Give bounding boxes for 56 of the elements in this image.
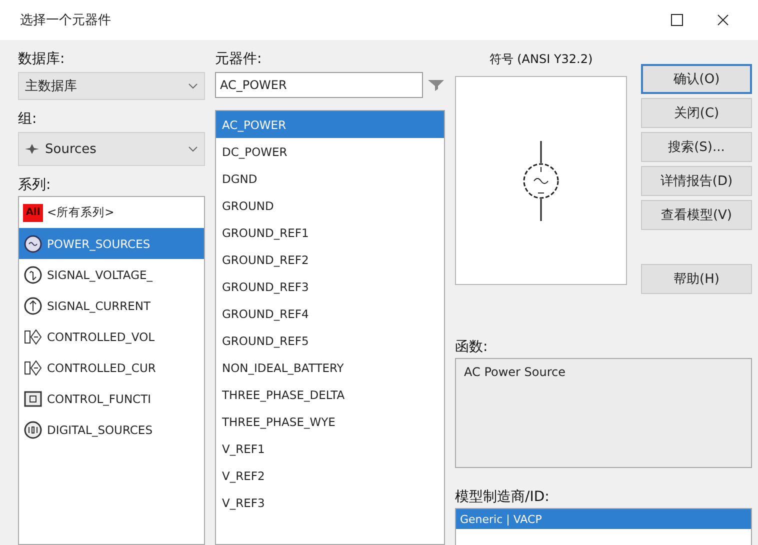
close-icon[interactable] (717, 14, 729, 26)
function-textbox[interactable]: AC Power Source (455, 358, 752, 468)
component-item[interactable]: NON_IDEAL_BATTERY (216, 354, 444, 381)
component-item[interactable]: DGND (216, 165, 444, 192)
model-label: 模型制造商/ID: (455, 488, 550, 507)
family-item[interactable]: CONTROLLED_VOL (19, 321, 204, 352)
component-item[interactable]: GROUND_REF1 (216, 219, 444, 246)
component-item[interactable]: THREE_PHASE_WYE (216, 408, 444, 435)
filter-icon[interactable] (427, 78, 445, 92)
voltage-source-icon (23, 264, 43, 284)
database-dropdown[interactable]: 主数据库 (18, 72, 205, 100)
dialog-button[interactable]: 搜索(S)... (641, 132, 752, 162)
component-item[interactable]: GROUND (216, 192, 444, 219)
component-item[interactable]: V_REF3 (216, 489, 444, 516)
chevron-icon (188, 146, 198, 152)
family-label: 系列: (18, 176, 52, 195)
component-item[interactable]: GROUND_REF3 (216, 273, 444, 300)
component-item[interactable]: V_REF2 (216, 462, 444, 489)
chevron-icon (188, 83, 198, 89)
current-source-icon (23, 296, 43, 316)
dialog-button[interactable]: 详情报告(D) (641, 166, 752, 196)
maximize-icon[interactable] (671, 14, 683, 26)
group-label: 组: (18, 110, 38, 129)
family-item[interactable]: All <所有系列> (19, 197, 204, 228)
source-icon (23, 234, 43, 254)
component-item[interactable]: THREE_PHASE_DELTA (216, 381, 444, 408)
function-label: 函数: (455, 338, 489, 357)
family-item[interactable]: SIGNAL_VOLTAGE_ (19, 259, 204, 290)
family-item[interactable]: DIGITAL_SOURCES (19, 414, 204, 445)
component-item[interactable]: AC_POWER (216, 111, 444, 138)
component-item[interactable]: DC_POWER (216, 138, 444, 165)
window-title: 选择一个元器件 (20, 12, 112, 29)
controlled-source-icon (23, 326, 43, 346)
database-label: 数据库: (18, 50, 66, 69)
model-item[interactable]: Generic | VACP (456, 509, 751, 529)
component-item[interactable]: V_REF1 (216, 435, 444, 462)
component-item[interactable]: GROUND_REF5 (216, 327, 444, 354)
digital-source-icon (23, 420, 43, 440)
family-item[interactable]: SIGNAL_CURRENT (19, 290, 204, 321)
all-icon: All (23, 204, 43, 222)
component-field[interactable]: AC_POWER (215, 72, 423, 98)
component-item[interactable]: GROUND_REF2 (216, 246, 444, 273)
dialog-button[interactable]: 查看模型(V) (641, 200, 752, 230)
symbol-label: 符号 (ANSI Y32.2) (489, 51, 593, 68)
dialog-button[interactable]: 关闭(C) (641, 98, 752, 128)
function-block-icon (23, 388, 43, 408)
component-label: 元器件: (215, 50, 263, 69)
controlled-source-icon (23, 358, 43, 378)
component-item[interactable]: GROUND_REF4 (216, 300, 444, 327)
group-dropdown[interactable]: Sources (18, 132, 205, 166)
family-item[interactable]: POWER_SOURCES (19, 228, 204, 259)
family-item[interactable]: CONTROLLED_CUR (19, 352, 204, 383)
family-item[interactable]: CONTROL_FUNCTI (19, 383, 204, 414)
dialog-button[interactable]: 帮助(H) (641, 264, 752, 294)
dialog-button[interactable]: 确认(O) (641, 64, 752, 94)
star-icon (25, 144, 39, 154)
